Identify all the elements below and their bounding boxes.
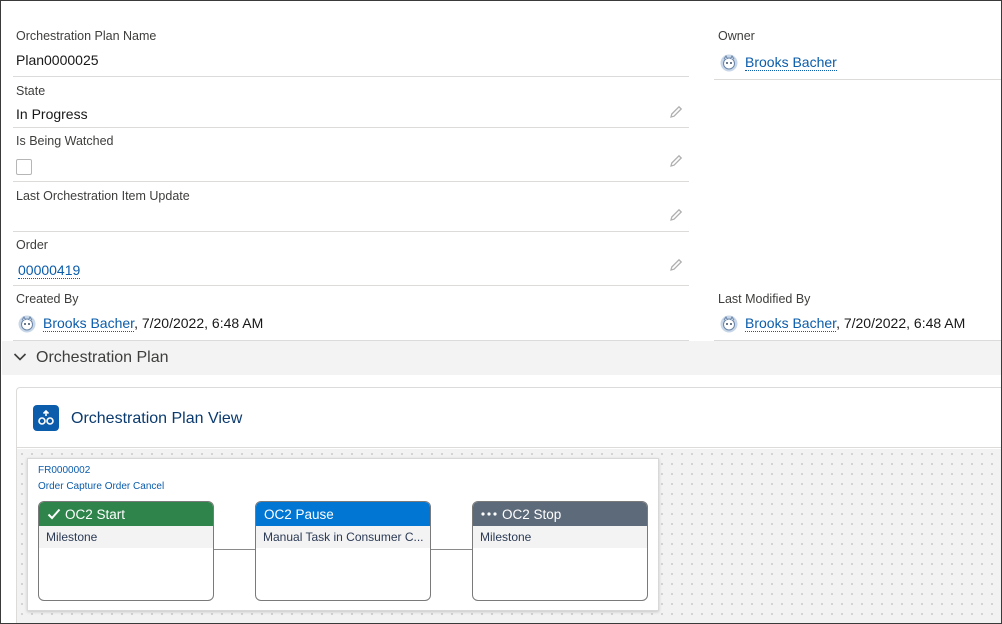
created-by-avatar-icon [18, 315, 36, 333]
section-title: Orchestration Plan [36, 349, 169, 366]
order-link[interactable]: 00000419 [18, 262, 81, 279]
connector-line [214, 549, 256, 550]
divider [13, 127, 689, 128]
plan-diagram: FR0000002 Order Capture Order Cancel OC2… [27, 458, 659, 611]
step-header: OC2 Start [39, 502, 213, 526]
step-card-oc2-stop[interactable]: OC2 Stop Milestone [472, 501, 648, 601]
created-by-row: Brooks Bacher, 7/20/2022, 6:48 AM [43, 315, 264, 332]
watched-label: Is Being Watched [16, 134, 114, 148]
last-update-label: Last Orchestration Item Update [16, 189, 190, 203]
created-by-user-link[interactable]: Brooks Bacher [43, 315, 135, 332]
owner-label: Owner [718, 29, 755, 43]
divider [13, 285, 689, 286]
owner-avatar-icon [720, 54, 738, 72]
modified-by-label: Last Modified By [718, 292, 811, 306]
state-value: In Progress [16, 106, 88, 122]
modified-by-avatar-icon [720, 315, 738, 333]
connector-line [431, 549, 473, 550]
step-subtitle: Milestone [473, 526, 647, 548]
orchestration-plan-section-toggle[interactable]: Orchestration Plan [2, 341, 1001, 375]
edit-last-update-pencil-icon[interactable] [669, 208, 683, 222]
watched-checkbox[interactable] [16, 159, 32, 175]
orchestration-icon [33, 405, 59, 431]
card-header: Orchestration Plan View [17, 388, 1001, 448]
step-title: OC2 Pause [264, 507, 334, 522]
step-card-oc2-start[interactable]: OC2 Start Milestone [38, 501, 214, 601]
plan-id-link[interactable]: FR0000002 [38, 465, 90, 476]
record-detail-page: Orchestration Plan Name Plan0000025 Owne… [0, 0, 1002, 624]
plan-name-link[interactable]: Order Capture Order Cancel [38, 481, 164, 492]
step-header: OC2 Stop [473, 502, 647, 526]
card-title: Orchestration Plan View [71, 410, 243, 427]
step-subtitle: Manual Task in Consumer C... [256, 526, 430, 548]
step-card-oc2-pause[interactable]: OC2 Pause Manual Task in Consumer C... [255, 501, 431, 601]
order-label: Order [16, 238, 48, 252]
edit-order-pencil-icon[interactable] [669, 258, 683, 272]
divider [13, 181, 689, 182]
edit-state-pencil-icon[interactable] [669, 105, 683, 119]
modified-by-date: , 7/20/2022, 6:48 AM [836, 315, 966, 331]
check-icon [47, 508, 61, 520]
divider [13, 231, 689, 232]
step-title: OC2 Start [65, 507, 126, 522]
divider [13, 76, 689, 77]
owner-link[interactable]: Brooks Bacher [745, 54, 837, 71]
ellipsis-icon [481, 512, 497, 516]
state-label: State [16, 84, 46, 98]
created-by-date: , 7/20/2022, 6:48 AM [134, 315, 264, 331]
created-by-label: Created By [16, 292, 79, 306]
step-subtitle: Milestone [39, 526, 213, 548]
plan-name-value: Plan0000025 [16, 52, 99, 68]
plan-name-label: Orchestration Plan Name [16, 29, 157, 43]
modified-by-user-link[interactable]: Brooks Bacher [745, 315, 837, 332]
edit-watched-pencil-icon[interactable] [669, 154, 683, 168]
divider [714, 79, 1001, 80]
step-header: OC2 Pause [256, 502, 430, 526]
modified-by-row: Brooks Bacher, 7/20/2022, 6:48 AM [745, 315, 966, 332]
chevron-down-icon [13, 353, 27, 361]
step-title: OC2 Stop [502, 507, 562, 522]
